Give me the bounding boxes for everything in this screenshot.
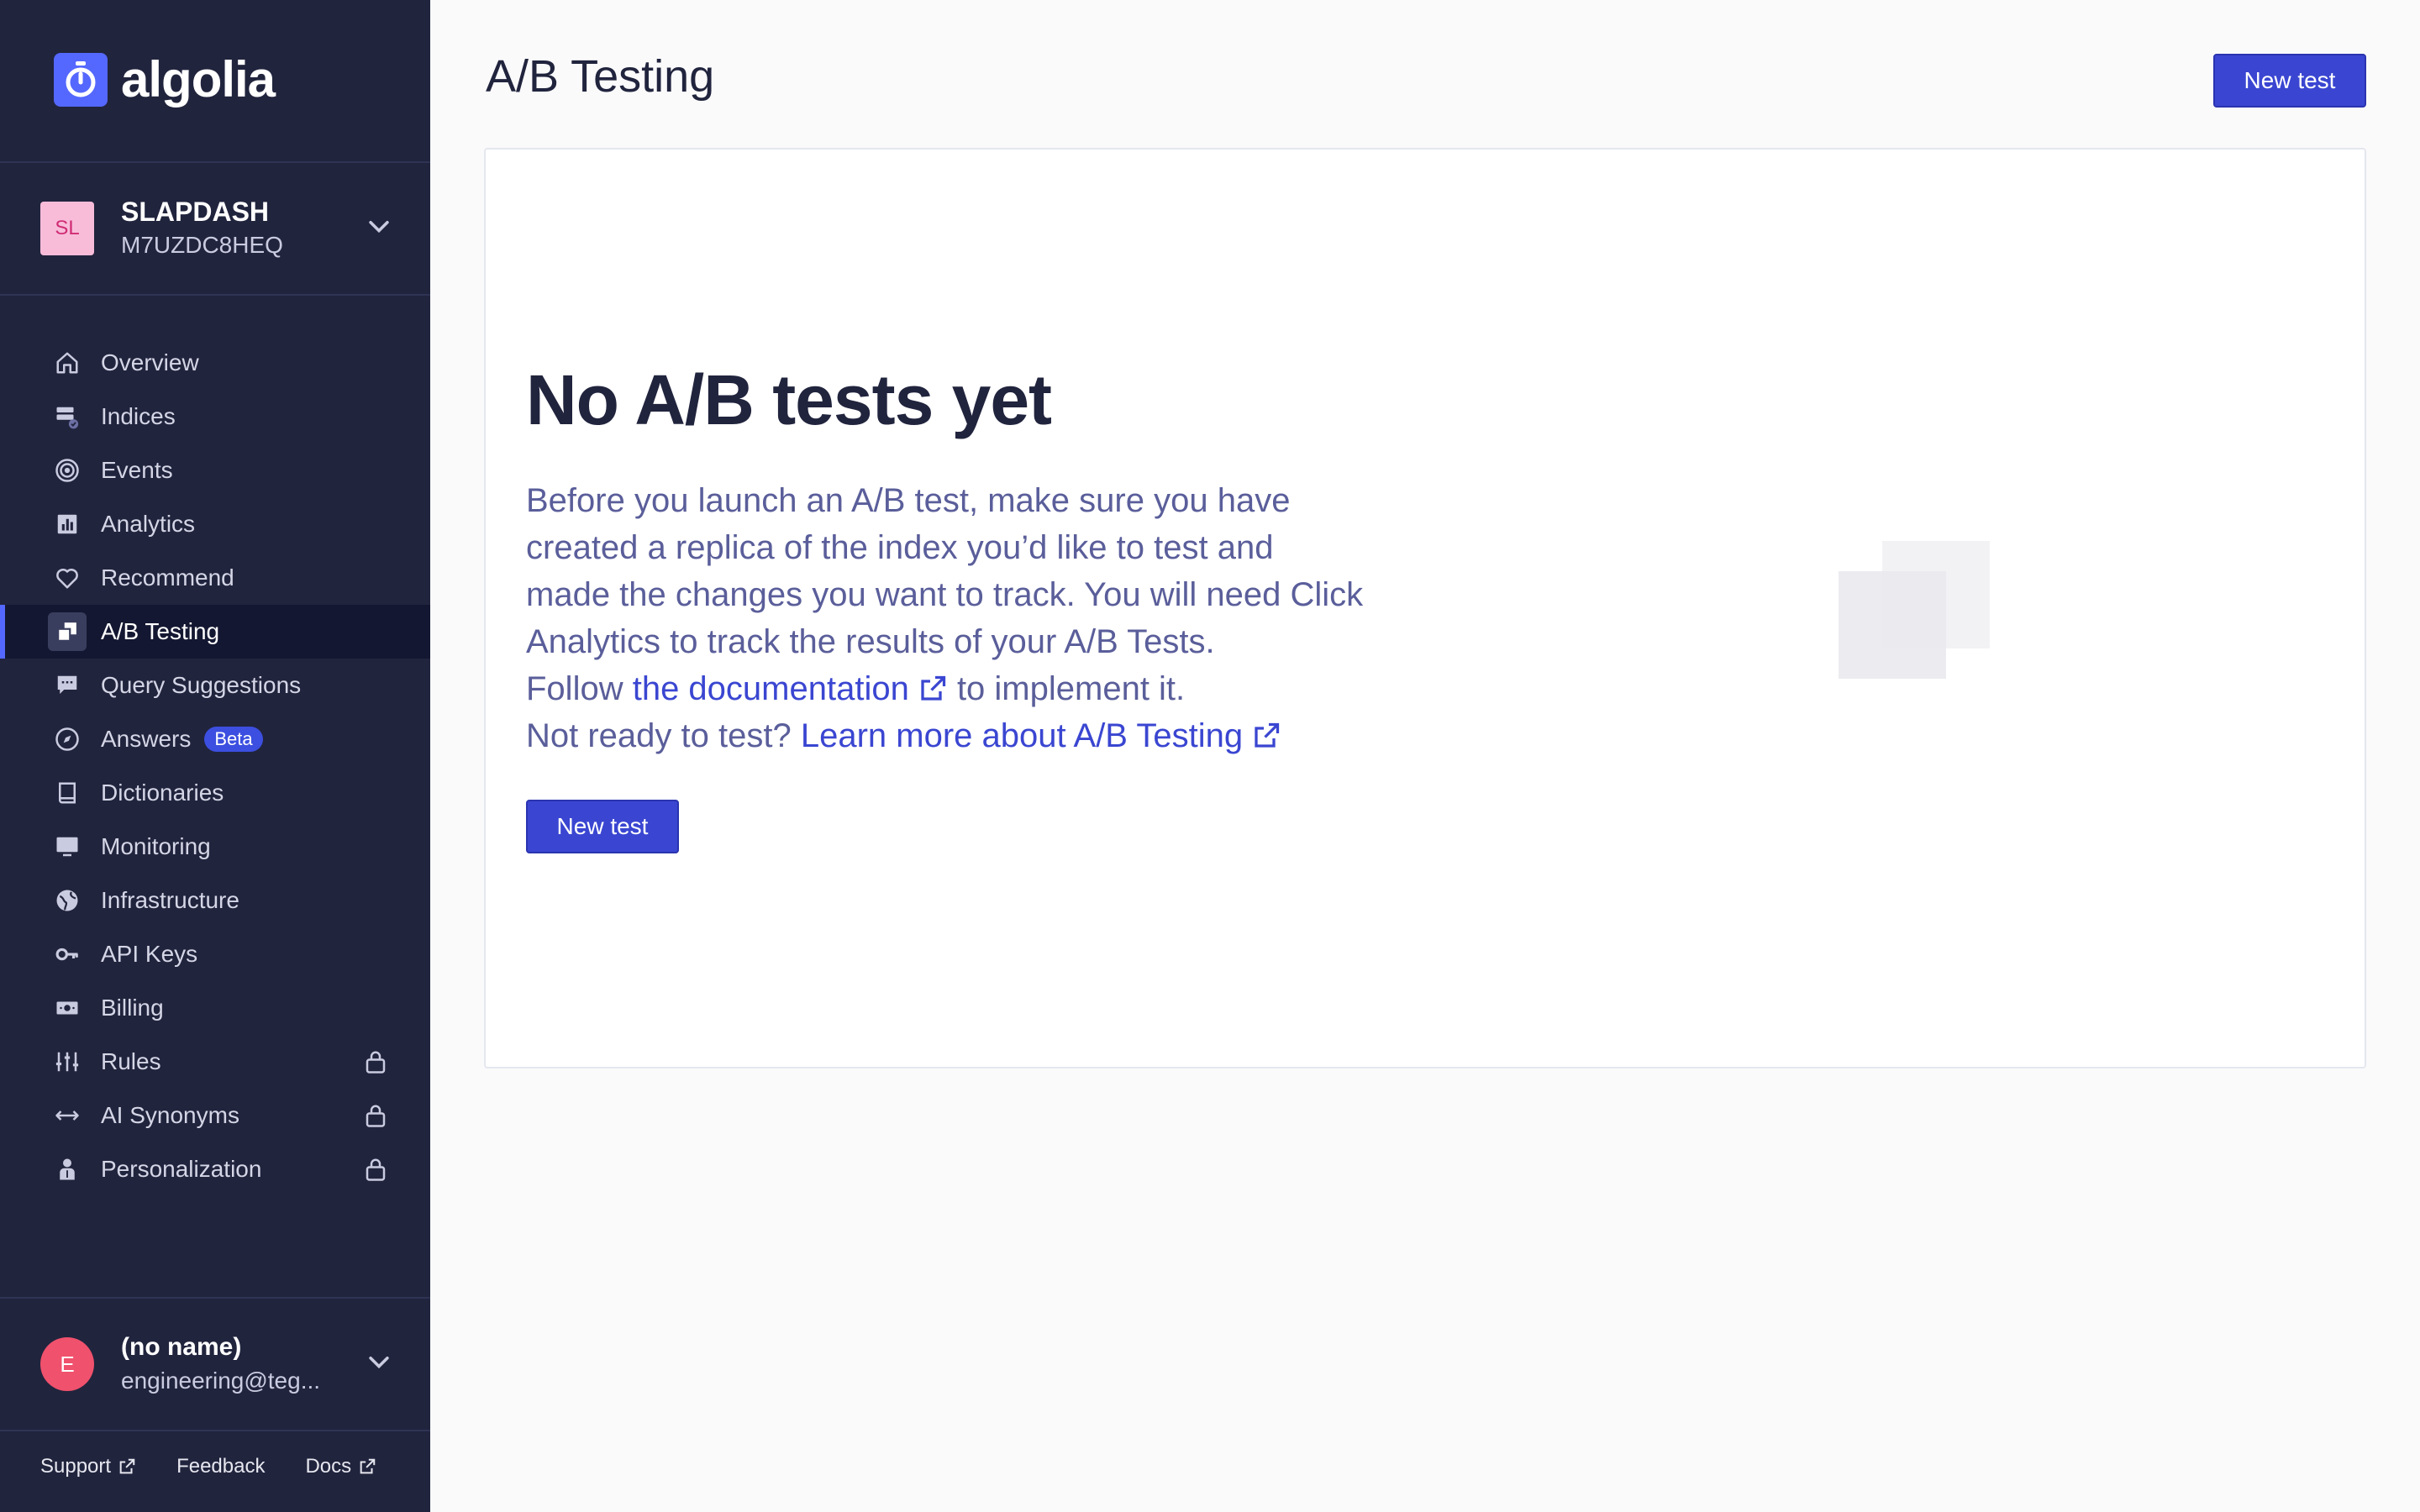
- app-switcher[interactable]: SL SLAPDASH M7UZDC8HEQ: [40, 197, 393, 259]
- sidebar-item-events[interactable]: Events: [0, 444, 430, 497]
- sidebar-item-rules[interactable]: Rules: [0, 1035, 430, 1089]
- external-link-icon: [360, 1458, 376, 1474]
- sidebar-item-label: Query Suggestions: [101, 672, 302, 698]
- algolia-stopwatch-icon: [54, 52, 108, 107]
- documentation-link[interactable]: the documentation: [633, 665, 948, 712]
- sidebar-item-monitoring[interactable]: Monitoring: [0, 820, 430, 874]
- sidebar-item-label: Billing: [101, 995, 164, 1021]
- divider: [0, 294, 430, 296]
- ready-prefix: Not ready to test?: [526, 717, 801, 754]
- sidebar-item-label: AI Synonyms: [101, 1102, 239, 1128]
- sidebar-item-label: Infrastructure: [101, 887, 239, 913]
- sidebar-item-label: Overview: [101, 349, 199, 375]
- empty-state-text: Before you launch an A/B test, make sure…: [526, 482, 1364, 660]
- app-name: SLAPDASH: [121, 197, 270, 227]
- feedback-link[interactable]: Feedback: [176, 1455, 265, 1478]
- bar-chart-icon: [54, 511, 81, 538]
- lock-icon: [366, 1105, 386, 1127]
- app-avatar: SL: [40, 202, 94, 255]
- illustration-square-front: [1839, 571, 1946, 679]
- sidebar-item-recommend[interactable]: Recommend: [0, 551, 430, 605]
- sidebar-item-overview[interactable]: Overview: [0, 336, 430, 390]
- sidebar-item-ai-synonyms[interactable]: AI Synonyms: [0, 1089, 430, 1142]
- external-link-icon: [1255, 722, 1280, 748]
- compass-icon: [54, 726, 81, 753]
- sidebar-item-api-keys[interactable]: API Keys: [0, 927, 430, 981]
- home-icon: [54, 349, 81, 376]
- sidebar-item-indices[interactable]: Indices: [0, 390, 430, 444]
- sidebar-item-label: Analytics: [101, 511, 196, 537]
- target-icon: [54, 457, 81, 484]
- heart-icon: [54, 564, 81, 591]
- empty-state-illustration: [1839, 541, 1990, 679]
- sliders-icon: [54, 1048, 81, 1075]
- beta-badge: Beta: [204, 727, 263, 752]
- docs-link[interactable]: Docs: [305, 1455, 376, 1478]
- sidebar-item-answers[interactable]: Answers Beta: [0, 712, 430, 766]
- lock-icon: [366, 1051, 386, 1074]
- algolia-logo[interactable]: algolia: [54, 50, 276, 108]
- sidebar-item-label: A/B Testing: [101, 618, 220, 644]
- chevron-down-icon[interactable]: [365, 212, 393, 240]
- person-icon: [54, 1156, 81, 1183]
- sidebar-item-label: Indices: [101, 403, 176, 429]
- chevron-down-icon[interactable]: [365, 1347, 393, 1376]
- divider: [0, 1430, 430, 1431]
- monitor-icon: [54, 833, 81, 860]
- follow-prefix: Follow: [526, 670, 633, 707]
- empty-state-description: Before you launch an A/B test, make sure…: [526, 477, 1366, 759]
- money-icon: [54, 995, 81, 1021]
- lock-icon: [366, 1158, 386, 1181]
- external-link-icon: [119, 1458, 135, 1474]
- sidebar-item-billing[interactable]: Billing: [0, 981, 430, 1035]
- brand-name: algolia: [121, 51, 276, 108]
- sidebar-item-dictionaries[interactable]: Dictionaries: [0, 766, 430, 820]
- divider: [0, 1297, 430, 1299]
- follow-suffix: to implement it.: [947, 670, 1186, 707]
- external-link-icon: [921, 675, 945, 701]
- page-title: A/B Testing: [486, 51, 715, 102]
- sidebar-item-analytics[interactable]: Analytics: [0, 497, 430, 551]
- arrows-horizontal-icon: [54, 1102, 81, 1129]
- indices-icon: [54, 403, 81, 430]
- sidebar-item-ab-testing[interactable]: A/B Testing: [0, 605, 430, 659]
- empty-state-title: No A/B tests yet: [526, 360, 1052, 439]
- book-icon: [54, 780, 81, 806]
- new-test-button[interactable]: New test: [2213, 54, 2366, 108]
- avatar: E: [40, 1337, 94, 1391]
- sidebar-item-label: Events: [101, 457, 173, 483]
- sidebar-item-personalization[interactable]: Personalization: [0, 1142, 430, 1196]
- sidebar-item-label: Dictionaries: [101, 780, 224, 806]
- sidebar-nav: Overview Indices Events Analytics Recomm…: [0, 336, 430, 1196]
- sidebar: algolia SL SLAPDASH M7UZDC8HEQ Overview …: [0, 0, 430, 1512]
- empty-state-card: No A/B tests yet Before you launch an A/…: [484, 148, 2366, 1068]
- sidebar-item-infrastructure[interactable]: Infrastructure: [0, 874, 430, 927]
- sidebar-item-label: Rules: [101, 1048, 161, 1074]
- key-icon: [54, 941, 81, 968]
- sidebar-item-label: Recommend: [101, 564, 234, 591]
- ab-testing-icon: [48, 612, 87, 651]
- sidebar-footer: Support Feedback Docs: [40, 1455, 417, 1478]
- support-link[interactable]: Support: [40, 1455, 136, 1478]
- new-test-card-button[interactable]: New test: [526, 800, 679, 853]
- sidebar-item-label: Answers: [101, 726, 192, 752]
- user-email: engineering@teg...: [121, 1368, 321, 1394]
- user-menu[interactable]: E (no name) engineering@teg...: [40, 1333, 393, 1394]
- app-id: M7UZDC8HEQ: [121, 232, 283, 258]
- chat-icon: [54, 672, 81, 699]
- user-name: (no name): [121, 1333, 242, 1361]
- learn-more-link[interactable]: Learn more about A/B Testing: [801, 712, 1281, 759]
- sidebar-item-query-suggestions[interactable]: Query Suggestions: [0, 659, 430, 712]
- globe-icon: [54, 887, 81, 914]
- sidebar-item-label: Monitoring: [101, 833, 211, 859]
- sidebar-item-label: Personalization: [101, 1156, 262, 1182]
- divider: [0, 161, 430, 163]
- sidebar-item-label: API Keys: [101, 941, 198, 967]
